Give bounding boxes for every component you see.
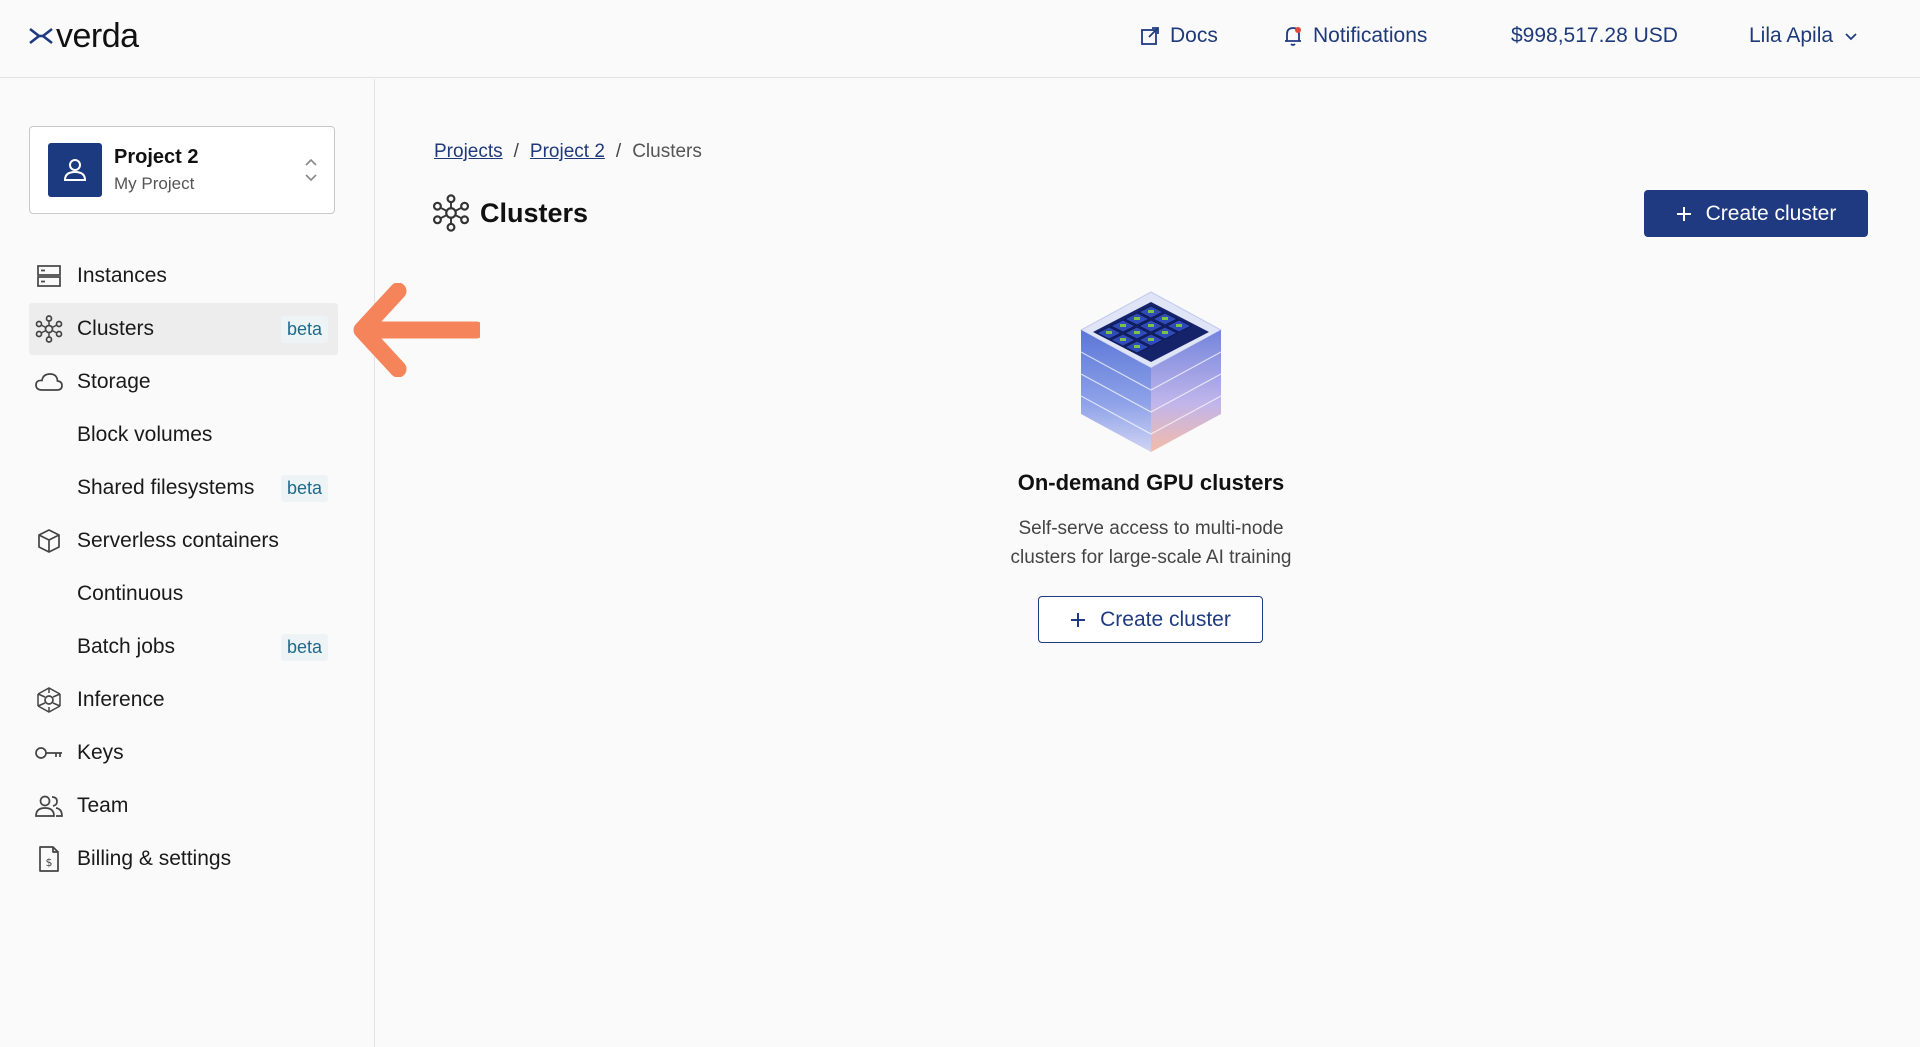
breadcrumb: Projects / Project 2 / Clusters	[434, 139, 702, 165]
sidebar-item-clusters[interactable]: Clusters beta	[29, 303, 338, 355]
sidebar-item-instances[interactable]: Instances	[29, 250, 338, 302]
sidebar-item-label: Batch jobs	[77, 635, 176, 658]
sidebar-item-keys[interactable]: Keys	[29, 727, 338, 779]
gpu-cube-illustration	[1079, 291, 1223, 452]
user-icon	[63, 159, 87, 181]
external-link-icon	[1141, 27, 1159, 45]
sidebar-item-inference[interactable]: Inference	[29, 674, 338, 726]
billing-icon: $	[33, 843, 65, 875]
cluster-icon	[432, 194, 470, 232]
team-icon	[33, 790, 65, 822]
top-bar: verda Docs Notifications $998,517.28 USD…	[0, 0, 1920, 78]
account-balance[interactable]: $998,517.28 USD	[1511, 20, 1678, 52]
docs-label: Docs	[1170, 24, 1218, 47]
sidebar-item-label: Inference	[77, 688, 165, 711]
project-name: Project 2	[114, 146, 199, 168]
cluster-icon	[33, 313, 65, 345]
sidebar-item-label: Continuous	[77, 582, 184, 605]
server-icon	[33, 260, 65, 292]
user-name: Lila Apila	[1749, 24, 1834, 47]
project-switcher[interactable]: Project 2 My Project	[29, 126, 335, 214]
inference-icon	[33, 684, 65, 716]
breadcrumb-project-link[interactable]: Project 2	[530, 141, 605, 163]
chevron-up-down-icon	[305, 158, 317, 182]
sidebar: Project 2 My Project Instances Clusters …	[0, 79, 375, 1047]
sidebar-item-team[interactable]: Team	[29, 780, 338, 832]
user-menu[interactable]: Lila Apila	[1749, 20, 1859, 52]
notifications-button[interactable]: Notifications	[1283, 20, 1427, 52]
plus-icon	[1676, 206, 1691, 221]
svg-text:$: $	[46, 856, 53, 869]
page-title: Clusters	[480, 197, 589, 228]
sidebar-item-label: Team	[77, 794, 129, 817]
empty-state-create-cluster-button[interactable]: Create cluster	[1038, 596, 1263, 643]
sidebar-item-serverless-containers[interactable]: Serverless containers	[29, 515, 338, 567]
create-cluster-label: Create cluster	[1705, 201, 1837, 225]
cloud-icon	[33, 366, 65, 398]
balance-value: $998,517.28 USD	[1511, 24, 1678, 47]
breadcrumb-current: Clusters	[632, 141, 702, 162]
breadcrumb-separator: /	[615, 141, 622, 162]
docs-link[interactable]: Docs	[1140, 20, 1218, 52]
sidebar-item-label: Block volumes	[77, 423, 213, 446]
bell-icon	[1285, 27, 1301, 46]
plus-icon	[1071, 612, 1086, 627]
create-cluster-label: Create cluster	[1100, 607, 1231, 631]
chevron-down-icon	[1845, 33, 1857, 41]
notifications-label: Notifications	[1313, 24, 1428, 47]
sidebar-item-block-volumes[interactable]: Block volumes	[29, 409, 338, 461]
sidebar-item-label: Clusters	[77, 317, 155, 340]
empty-state-description-line: clusters for large-scale AI training	[1010, 547, 1292, 568]
create-cluster-button[interactable]: Create cluster	[1644, 190, 1868, 237]
sidebar-item-batch-jobs[interactable]: Batch jobs beta	[29, 621, 338, 673]
empty-state-description: Self-serve access to multi-node clusters…	[951, 514, 1351, 572]
verda-logo-mark-icon	[29, 27, 53, 45]
breadcrumb-separator: /	[513, 141, 519, 162]
page-header: Clusters	[432, 193, 588, 233]
sidebar-item-label: Billing & settings	[77, 847, 232, 870]
sidebar-item-storage[interactable]: Storage	[29, 356, 338, 408]
sidebar-item-label: Instances	[77, 264, 167, 287]
beta-badge: beta	[280, 315, 328, 343]
project-subtitle: My Project	[114, 174, 195, 193]
sidebar-item-label: Keys	[77, 741, 124, 764]
box-icon	[33, 525, 65, 557]
empty-state-description-line: Self-serve access to multi-node	[1018, 518, 1284, 539]
arrow-left-callout-icon	[353, 283, 480, 377]
beta-badge: beta	[280, 633, 328, 661]
empty-state-title: On-demand GPU clusters	[1017, 470, 1285, 495]
verda-logo[interactable]: verda	[28, 14, 139, 58]
sidebar-item-continuous[interactable]: Continuous	[29, 568, 338, 620]
sidebar-item-label: Serverless containers	[77, 529, 279, 552]
project-avatar	[48, 143, 102, 197]
breadcrumb-projects-link[interactable]: Projects	[434, 141, 503, 163]
key-icon	[33, 737, 65, 769]
sidebar-item-billing-settings[interactable]: $ Billing & settings	[29, 833, 338, 885]
brand-name: verda	[56, 17, 139, 55]
sidebar-item-label: Storage	[77, 370, 151, 393]
